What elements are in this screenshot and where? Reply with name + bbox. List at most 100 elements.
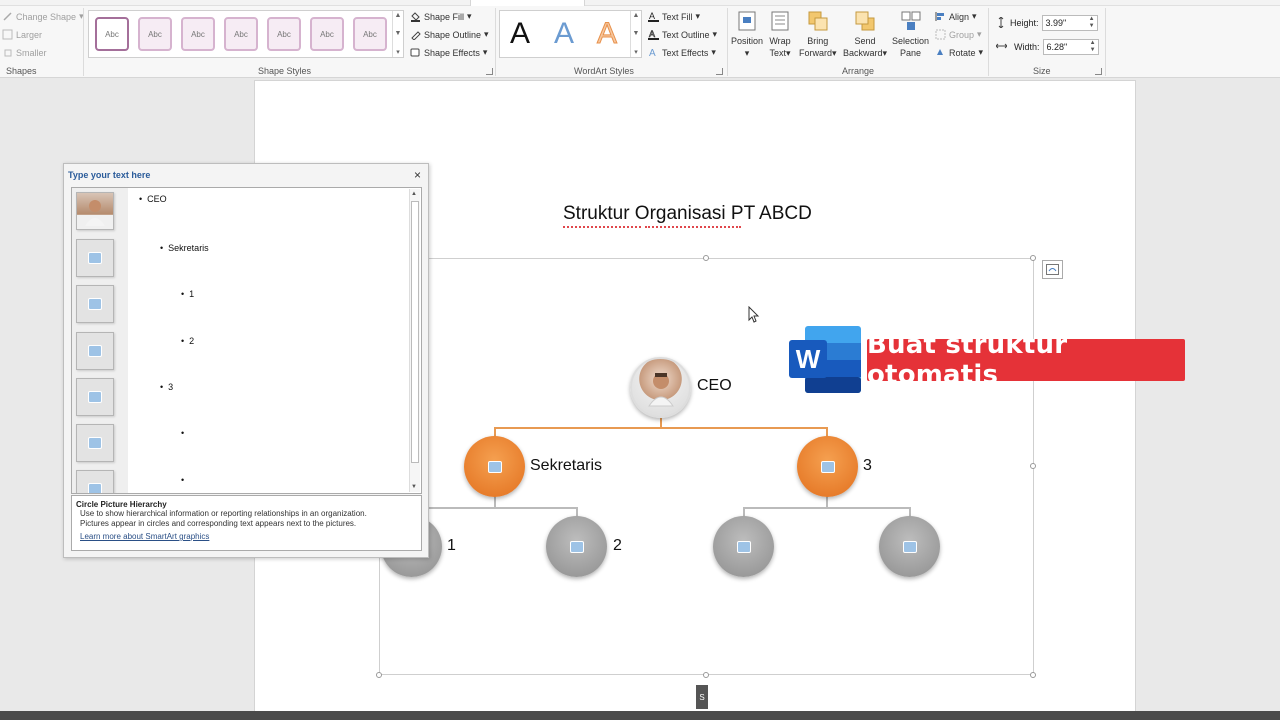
picture-thumbnail[interactable]	[76, 239, 114, 277]
tab-format-active[interactable]	[470, 0, 585, 6]
align-label: Align	[949, 11, 970, 22]
wordart-black[interactable]: A	[510, 17, 530, 51]
group-divider	[727, 8, 728, 76]
picture-placeholder-icon[interactable]	[569, 540, 584, 553]
gallery-more-icon[interactable]: ▾	[396, 48, 400, 56]
wordart-blue[interactable]: A	[554, 17, 574, 51]
photo-thumbnail[interactable]	[76, 192, 114, 230]
node-empty[interactable]	[879, 516, 940, 577]
picture-placeholder-icon[interactable]	[487, 460, 502, 473]
scroll-up-icon[interactable]: ▲	[395, 12, 402, 19]
picture-thumbnail[interactable]	[76, 470, 114, 493]
shape-styles-launcher-icon[interactable]	[486, 68, 493, 75]
node-label-sekretaris[interactable]: Sekretaris	[530, 457, 602, 475]
resize-handle[interactable]	[376, 672, 382, 678]
scroll-up-icon[interactable]: ▲	[633, 12, 640, 19]
smartart-text-pane[interactable]: Type your text here × • CEO • Sekretaris…	[63, 163, 429, 558]
resize-handle[interactable]	[1030, 672, 1036, 678]
spin-icon[interactable]: ▲ ▼	[1090, 40, 1096, 54]
wrap-text-button[interactable]: Wrap Text▾	[769, 10, 791, 59]
learn-more-link[interactable]: Learn more about SmartArt graphics	[76, 532, 417, 541]
text-pane-item[interactable]: •	[181, 475, 184, 485]
resize-handle[interactable]	[1030, 255, 1036, 261]
picture-thumbnail[interactable]	[76, 378, 114, 416]
picture-placeholder-icon[interactable]	[820, 460, 835, 473]
node-label-one[interactable]: 1	[447, 537, 456, 555]
larger-button[interactable]: Larger	[2, 29, 42, 40]
picture-thumbnail[interactable]	[76, 424, 114, 462]
scroll-down-icon[interactable]: ▼	[633, 30, 640, 37]
height-input[interactable]: 3.99" ▲ ▼	[1041, 15, 1098, 31]
wordart-orange[interactable]: A	[596, 17, 617, 51]
change-shape-button[interactable]: Change Shape ▾	[2, 11, 84, 22]
group-label: Group	[949, 29, 975, 40]
send-backward-button[interactable]: Send Backward▾	[843, 10, 887, 59]
text-outline-button[interactable]: A Text Outline ▾	[648, 29, 717, 40]
layout-options-button[interactable]	[1042, 260, 1063, 279]
align-button[interactable]: Align ▾	[935, 11, 977, 22]
position-button[interactable]: Position ▾	[731, 10, 763, 59]
text-pane-item[interactable]: • 3	[160, 382, 173, 392]
shape-style-swatch[interactable]: Abc	[224, 17, 258, 51]
text-pane-item[interactable]: •	[181, 428, 184, 438]
layout-name: Circle Picture Hierarchy	[76, 500, 167, 509]
chevron-down-icon: ▾	[467, 11, 472, 21]
shape-style-swatch[interactable]: Abc	[267, 17, 301, 51]
shape-outline-button[interactable]: Shape Outline ▾	[410, 29, 489, 41]
picture-placeholder-icon[interactable]	[736, 540, 751, 553]
node-label-three[interactable]: 3	[863, 457, 872, 475]
node-three[interactable]	[797, 436, 858, 497]
picture-thumbnail[interactable]	[76, 332, 114, 370]
picture-thumbnail[interactable]	[76, 285, 114, 323]
resize-handle[interactable]	[1030, 463, 1036, 469]
resize-handle[interactable]	[703, 255, 709, 261]
text-effects-button[interactable]: A Text Effects ▾	[648, 47, 716, 59]
text-pane-item[interactable]: • Sekretaris	[160, 243, 209, 253]
text-pane-item[interactable]: • 1	[181, 289, 194, 299]
sekretaris-node[interactable]	[464, 436, 525, 497]
shape-style-swatch[interactable]: Abc	[138, 17, 172, 51]
width-input[interactable]: 6.28" ▲ ▼	[1042, 39, 1099, 55]
smaller-button[interactable]: Smaller	[2, 47, 47, 58]
scroll-down-icon[interactable]: ▼	[411, 484, 417, 490]
wordart-launcher-icon[interactable]	[716, 68, 723, 75]
node-label-two[interactable]: 2	[613, 537, 622, 555]
gallery-more-icon[interactable]: ▾	[634, 48, 638, 56]
node-empty[interactable]	[713, 516, 774, 577]
gallery-scroll[interactable]: ▲ ▼ ▾	[392, 11, 403, 57]
shape-style-swatch[interactable]: Abc	[310, 17, 344, 51]
selection-pane-button[interactable]: Selection Pane	[892, 10, 929, 59]
spin-icon[interactable]: ▲ ▼	[1089, 16, 1095, 30]
wordart-scroll[interactable]: ▲ ▼ ▾	[630, 11, 641, 57]
group-divider	[988, 8, 989, 76]
shape-style-swatch[interactable]: Abc	[181, 17, 215, 51]
shape-outline-label: Shape Outline	[424, 29, 482, 40]
text-pane-list[interactable]: • CEO • Sekretaris • 1 • 2 • 3 • • ▲ ▼	[71, 187, 422, 494]
send-backward-label: Send	[854, 36, 876, 46]
scroll-up-icon[interactable]: ▲	[411, 191, 417, 197]
shape-fill-button[interactable]: Shape Fill ▾	[410, 11, 472, 22]
shape-effects-button[interactable]: Shape Effects ▾	[410, 47, 487, 58]
node-two[interactable]	[546, 516, 607, 577]
node-label-ceo[interactable]: CEO	[697, 377, 732, 395]
scrollbar-thumb[interactable]	[411, 201, 419, 463]
size-launcher-icon[interactable]	[1095, 68, 1102, 75]
picture-placeholder-icon[interactable]	[902, 540, 917, 553]
close-icon[interactable]: ×	[414, 168, 421, 182]
ceo-photo-node[interactable]	[630, 357, 691, 418]
scroll-down-icon[interactable]: ▼	[395, 30, 402, 37]
text-fill-button[interactable]: A Text Fill ▾	[648, 11, 700, 22]
text-pane-item[interactable]: • 2	[181, 336, 194, 346]
document-title[interactable]: Struktur Organisasi PT ABCD	[563, 203, 812, 225]
text-pane-item[interactable]: • CEO	[139, 194, 167, 204]
paint-bucket-icon	[410, 11, 421, 22]
rotate-button[interactable]: Rotate ▾	[935, 47, 983, 58]
wordart-gallery[interactable]: A A A ▲ ▼ ▾	[499, 10, 642, 58]
shape-style-swatch[interactable]: Abc	[353, 17, 387, 51]
shape-styles-gallery[interactable]: Abc Abc Abc Abc Abc Abc Abc ▲ ▼ ▾	[88, 10, 404, 58]
shape-style-swatch[interactable]: Abc	[95, 17, 129, 51]
text-pane-scrollbar[interactable]: ▲ ▼	[409, 189, 420, 492]
resize-handle[interactable]	[703, 672, 709, 678]
group-button[interactable]: Group ▾	[935, 29, 982, 40]
bring-forward-button[interactable]: Bring Forward▾	[799, 10, 837, 59]
